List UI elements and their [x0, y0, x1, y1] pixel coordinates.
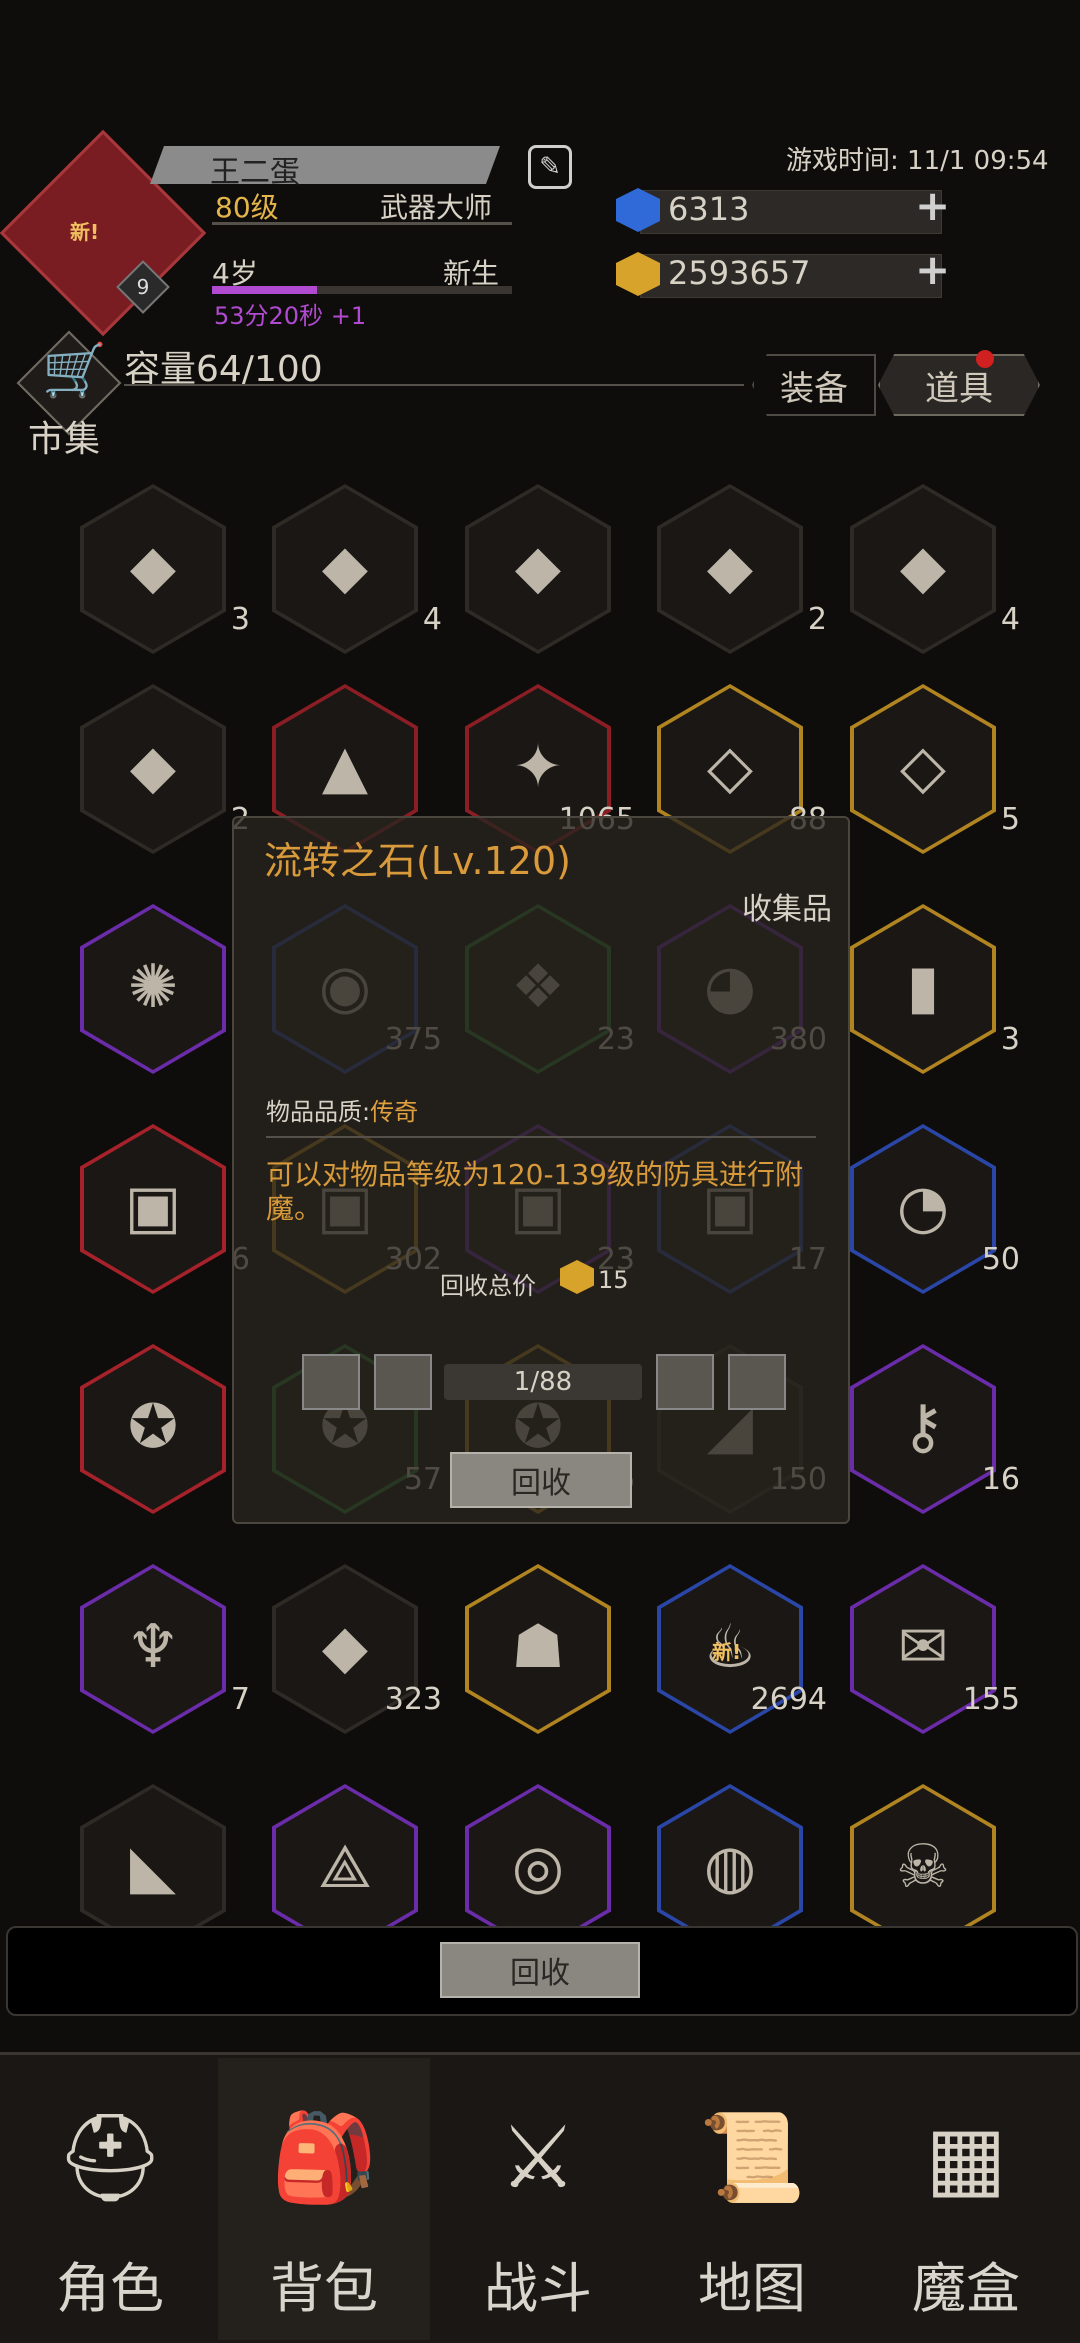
item-icon: ◆: [514, 532, 562, 602]
item-icon: ☗: [511, 1612, 565, 1682]
viking-helmet-icon: ⛑: [55, 2108, 165, 2208]
nav-tab[interactable]: ▦ 魔盒: [860, 2058, 1072, 2340]
item-count: 16: [981, 1462, 1020, 1497]
item-count: 3: [1000, 1022, 1020, 1057]
tab-equipment[interactable]: 装备: [752, 354, 876, 416]
divider: [212, 222, 512, 225]
game-time: 游戏时间: 11/1 09:54: [786, 146, 1049, 176]
cart-icon[interactable]: 🛒: [42, 340, 107, 401]
item-icon: ◆: [129, 532, 177, 602]
inventory-item[interactable]: ☗: [465, 1564, 611, 1734]
last-page-button[interactable]: [728, 1354, 786, 1410]
item-icon: ☠: [896, 1832, 950, 1902]
age-timer: 53分20秒 +1: [214, 302, 367, 330]
nav-tab[interactable]: 🎒 背包: [218, 2058, 430, 2340]
item-icon: ▮: [906, 952, 940, 1022]
inventory-item[interactable]: ✺: [80, 904, 226, 1074]
pager: 1/88: [444, 1364, 642, 1400]
notification-dot: [976, 350, 994, 368]
popup-description: 可以对物品等级为120-139级的防具进行附魔。: [266, 1158, 803, 1225]
scroll-map-icon: 📜: [698, 2108, 806, 2208]
item-icon: ◇: [706, 732, 754, 802]
backpack-icon: 🎒: [270, 2108, 378, 2208]
add-gold-icon[interactable]: +: [915, 249, 950, 291]
item-icon: ◇: [899, 732, 947, 802]
item-count: 4: [1000, 602, 1020, 637]
player-level: 80级: [215, 191, 279, 224]
popup-recycle-button[interactable]: 回收: [450, 1452, 632, 1508]
item-icon: ✪: [127, 1392, 179, 1462]
item-icon: ◔: [896, 1172, 950, 1242]
item-icon: ◆: [321, 1612, 369, 1682]
market-label[interactable]: 市集: [28, 410, 100, 462]
popup-gold-icon: [560, 1260, 594, 1294]
item-icon: ◆: [706, 532, 754, 602]
item-count: 323: [384, 1682, 442, 1717]
inventory-item[interactable]: ✪: [80, 1344, 226, 1514]
age-progress-fill: [212, 286, 317, 294]
item-icon: ⚷: [901, 1392, 945, 1462]
nav-label: 角色: [56, 2257, 164, 2320]
nav-tab[interactable]: ⛑ 角色: [4, 2058, 216, 2340]
item-count: 50: [981, 1242, 1020, 1277]
item-icon: ◣: [129, 1832, 177, 1902]
player-name: 王二蛋: [210, 155, 300, 190]
item-icon: ◆: [899, 532, 947, 602]
popup-item-name: 流转之石(Lv.120): [264, 839, 571, 883]
item-count: 2: [807, 602, 827, 637]
age-progress-track: [212, 286, 512, 294]
player-class: 武器大师: [380, 191, 493, 224]
avatar-new-tag: 新!: [70, 220, 100, 244]
item-icon: ✉: [897, 1612, 949, 1682]
capacity-divider: [124, 384, 744, 386]
item-icon: ◆: [129, 732, 177, 802]
item-icon: ◍: [703, 1832, 757, 1902]
sword-shield-icon: ⚔: [499, 2108, 577, 2208]
item-count: 2694: [750, 1682, 827, 1717]
item-count: 4: [422, 602, 442, 637]
first-page-button[interactable]: [302, 1354, 360, 1410]
item-count: 155: [962, 1682, 1020, 1717]
item-count: 5: [1000, 802, 1020, 837]
popup-quality: 物品品质:传奇: [266, 1098, 419, 1126]
item-detail-popup: 流转之石(Lv.120) 收集品 物品品质:传奇 可以对物品等级为120-139…: [232, 816, 850, 1524]
add-gems-icon[interactable]: +: [915, 185, 950, 227]
next-page-button[interactable]: [656, 1354, 714, 1410]
popup-price-value: 15: [598, 1266, 629, 1294]
nav-tab[interactable]: ⚔ 战斗: [432, 2058, 644, 2340]
item-icon: ♆: [126, 1612, 180, 1682]
item-count: 3: [230, 602, 250, 637]
item-new-tag: 新!: [712, 1640, 742, 1664]
item-icon: ◆: [321, 532, 369, 602]
item-icon: ⟁: [318, 1832, 372, 1902]
inventory-item[interactable]: ◆: [465, 484, 611, 654]
nav-label: 背包: [270, 2257, 378, 2320]
edit-name-icon[interactable]: ✎: [528, 145, 572, 189]
gem-count: 6313: [668, 190, 750, 228]
popup-price-label: 回收总价: [440, 1272, 536, 1300]
nav-label: 地图: [698, 2257, 806, 2320]
item-icon: ▣: [124, 1172, 182, 1242]
nav-label: 魔盒: [912, 2257, 1020, 2320]
magic-box-icon: ▦: [925, 2108, 1007, 2208]
item-icon: ◎: [511, 1832, 565, 1902]
nav-label: 战斗: [484, 2257, 592, 2320]
popup-divider: [266, 1136, 816, 1138]
popup-item-category: 收集品: [742, 892, 832, 927]
item-count: 7: [230, 1682, 250, 1717]
gold-count: 2593657: [668, 254, 811, 292]
item-icon: ✺: [127, 952, 179, 1022]
recycle-button[interactable]: 回收: [440, 1942, 640, 1998]
name-plate: [150, 146, 500, 184]
tab-items[interactable]: 道具: [878, 354, 1040, 416]
item-icon: ▲: [321, 732, 369, 802]
prev-page-button[interactable]: [374, 1354, 432, 1410]
item-icon: ✦: [512, 732, 564, 802]
nav-tab[interactable]: 📜 地图: [646, 2058, 858, 2340]
